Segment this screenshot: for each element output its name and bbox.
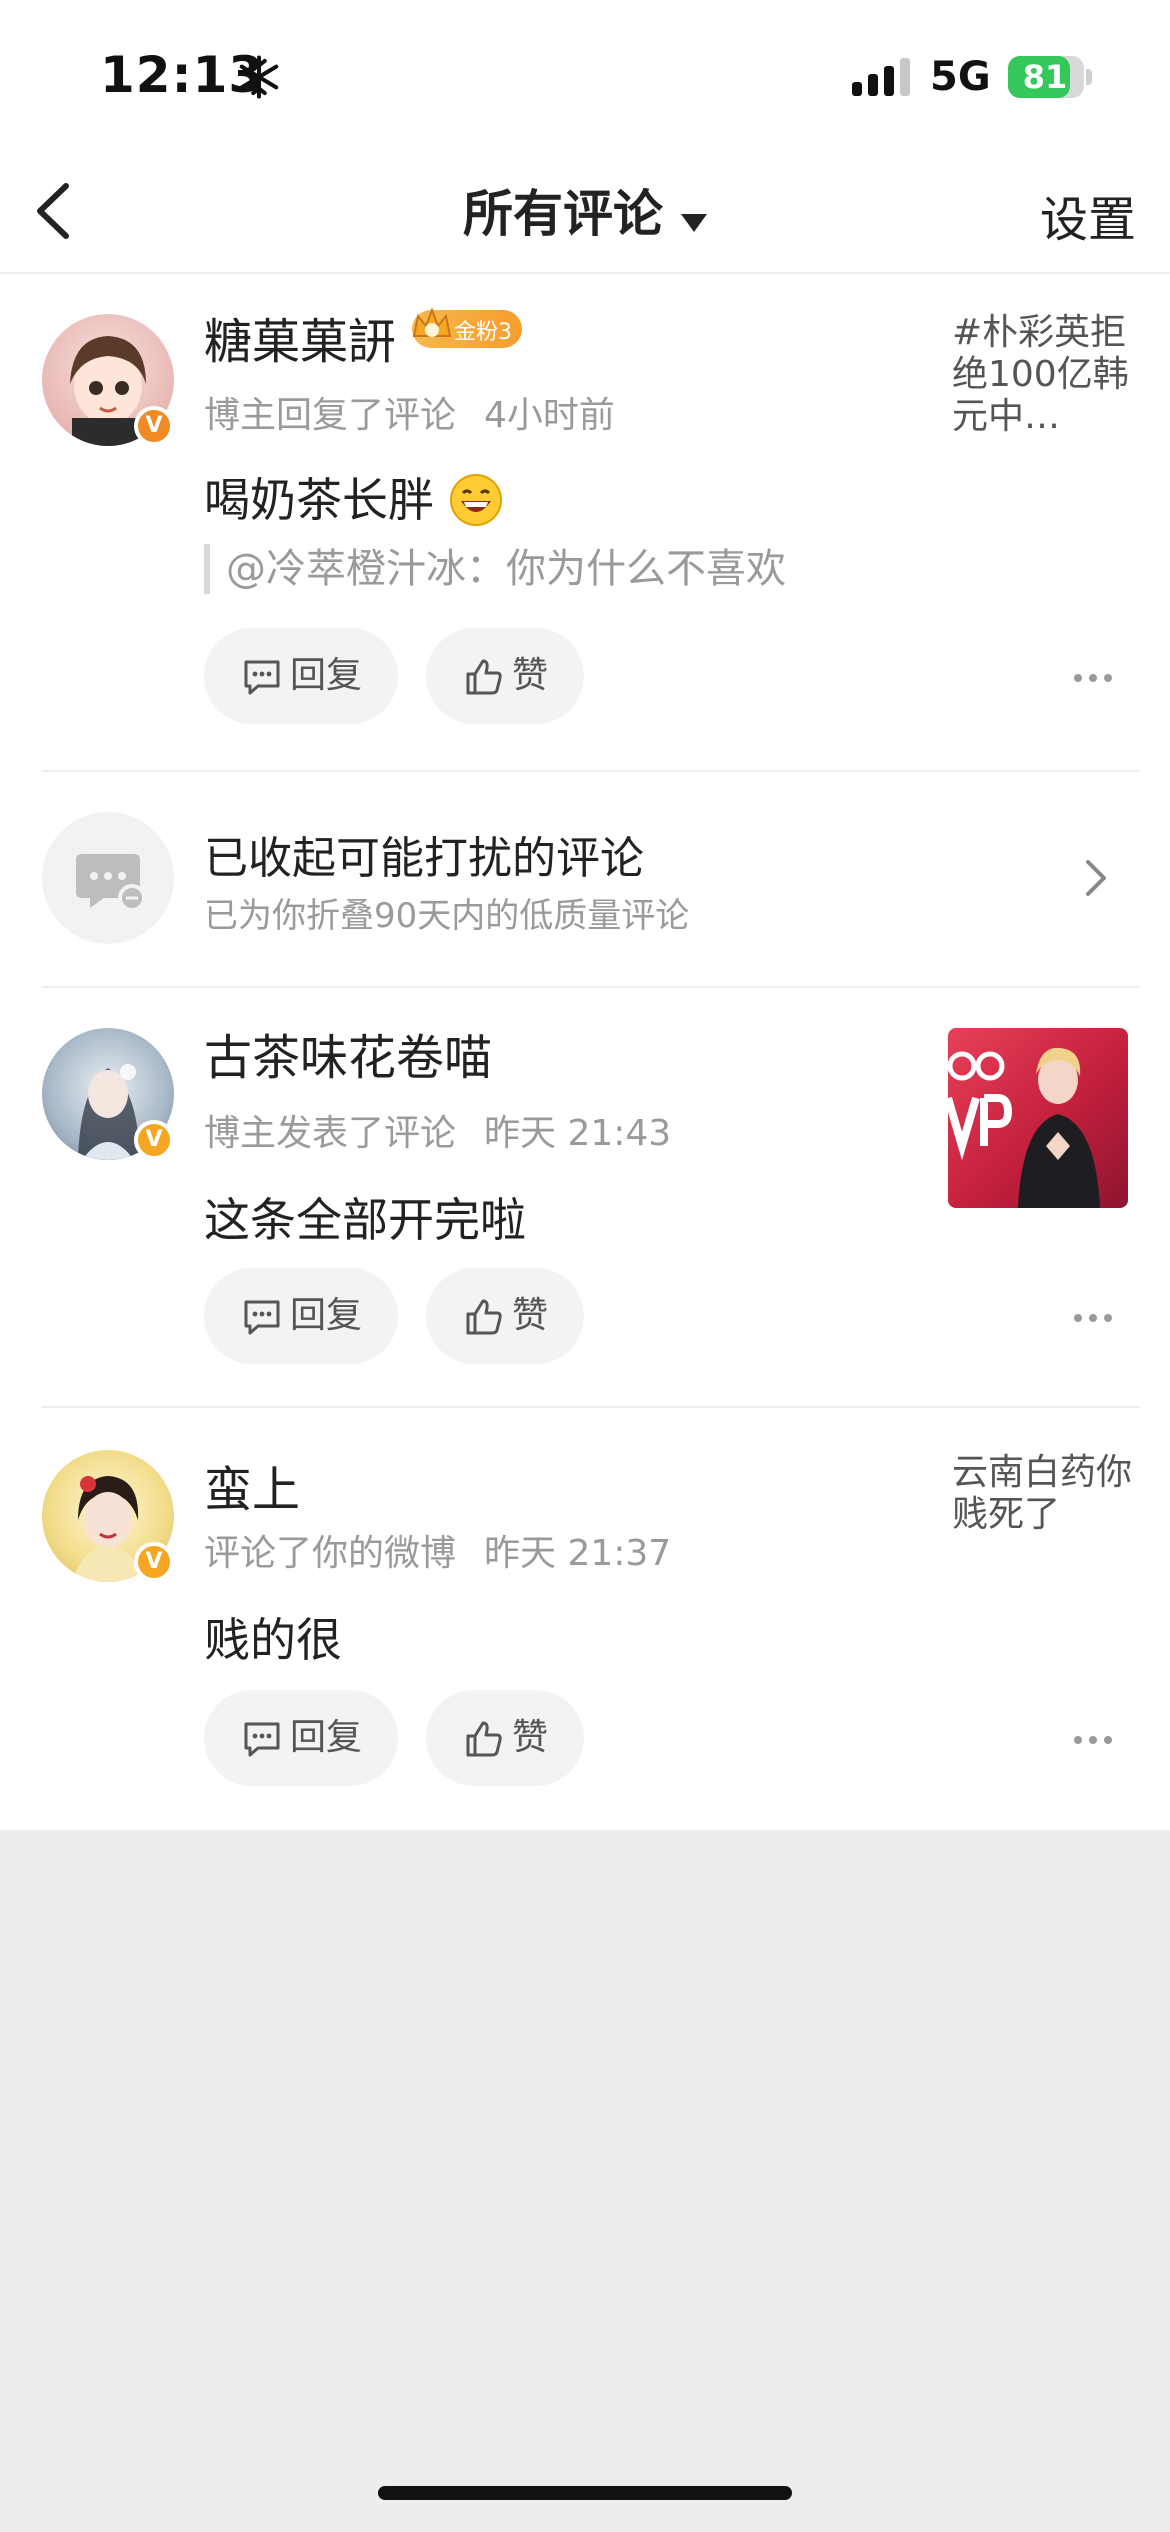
source-post-text[interactable]: 云南白药你贱死了: [952, 1452, 1132, 1536]
source-post-thumbnail[interactable]: [948, 1028, 1128, 1208]
divider: [42, 770, 1140, 772]
more-icon[interactable]: [1072, 668, 1114, 688]
reply-icon: [244, 1300, 280, 1335]
meta-time: 4小时前: [484, 395, 615, 436]
home-indicator: [378, 2486, 792, 2500]
like-button[interactable]: 赞: [426, 1690, 584, 1786]
reply-label: 回复: [290, 1295, 363, 1336]
battery-percent: 81: [1022, 58, 1068, 96]
folded-title: 已收起可能打扰的评论: [204, 833, 644, 884]
meta-action: 博主发表了评论: [204, 1113, 457, 1154]
caret-down-icon: [681, 213, 707, 232]
comments-page: 12:13 5G 81 所有评论 设置 V 糖菓菓訮 金粉3 博主回复了评论 4…: [0, 0, 1170, 2532]
comment-content: 这条全部开完啦: [204, 1193, 526, 1247]
fan-badge-label: 金粉3: [454, 320, 512, 345]
like-label: 赞: [512, 1295, 549, 1336]
like-button[interactable]: 赞: [426, 628, 584, 724]
settings-button[interactable]: 设置: [1040, 180, 1136, 250]
comment-content: 喝奶茶长胖: [204, 464, 503, 531]
comment-item: V 蛮上 评论了你的微博 昨天 21:37 云南白药你贱死了 贱的很 回复 赞: [0, 1408, 1170, 1830]
like-label: 赞: [512, 1717, 549, 1758]
more-icon[interactable]: [1072, 1308, 1114, 1328]
thumbs-up-icon: [466, 1721, 502, 1757]
verified-badge-icon: V: [134, 406, 174, 446]
source-post-text[interactable]: #朴彩英拒绝100亿韩元中…: [952, 312, 1132, 438]
crown-icon: [412, 307, 452, 337]
snowflake-icon: [239, 55, 279, 99]
reply-label: 回复: [290, 1717, 363, 1758]
battery-icon: 81: [1008, 56, 1084, 98]
battery-tip: [1086, 69, 1092, 85]
page-title: 所有评论: [463, 185, 663, 243]
folded-subtitle: 已为你折叠90天内的低质量评论: [204, 896, 690, 936]
folded-comments-entry[interactable]: 已收起可能打扰的评论 已为你折叠90天内的低质量评论: [0, 812, 1170, 944]
status-bar: 12:13 5G 81: [0, 0, 1170, 150]
comment-text: 喝奶茶长胖: [204, 473, 434, 527]
meta-time: 昨天 21:43: [484, 1113, 672, 1154]
chevron-right-icon: [1086, 860, 1106, 896]
reply-button[interactable]: 回复: [204, 628, 398, 724]
comment-meta: 博主发表了评论 昨天 21:43: [204, 1104, 671, 1156]
comment-content: 贱的很: [204, 1613, 342, 1667]
quoted-comment[interactable]: @冷萃橙汁冰：你为什么不喜欢: [204, 544, 786, 594]
like-label: 赞: [512, 655, 549, 696]
comment-filter-dropdown[interactable]: 所有评论: [0, 174, 1170, 246]
reply-label: 回复: [290, 655, 363, 696]
reply-icon: [244, 660, 280, 695]
folded-comments-icon: [42, 812, 174, 944]
signal-icon: [852, 58, 910, 96]
meta-action: 评论了你的微博: [204, 1533, 457, 1574]
thumbs-up-icon: [466, 1299, 502, 1335]
commenter-name[interactable]: 糖菓菓訮: [204, 302, 396, 372]
commenter-name[interactable]: 蛮上: [204, 1450, 300, 1520]
comment-meta: 博主回复了评论 4小时前: [204, 386, 615, 438]
comment-item: V 糖菓菓訮 金粉3 博主回复了评论 4小时前 #朴彩英拒绝100亿韩元中… 喝奶…: [0, 274, 1170, 770]
reply-button[interactable]: 回复: [204, 1690, 398, 1786]
fan-badge: 金粉3: [412, 307, 522, 348]
comment-meta: 评论了你的微博 昨天 21:37: [204, 1524, 671, 1576]
meta-action: 博主回复了评论: [204, 395, 457, 436]
comment-item: V 古茶味花卷喵 博主发表了评论 昨天 21:43 这条全部开完啦 回复 赞: [0, 988, 1170, 1408]
grin-emoji-icon: [449, 473, 502, 526]
reply-icon: [244, 1722, 280, 1757]
thumbs-up-icon: [466, 659, 502, 695]
commenter-name[interactable]: 古茶味花卷喵: [204, 1018, 492, 1088]
nav-bar: 所有评论 设置: [0, 150, 1170, 274]
reply-button[interactable]: 回复: [204, 1268, 398, 1364]
verified-badge-icon: V: [134, 1120, 174, 1160]
meta-time: 昨天 21:37: [484, 1533, 672, 1574]
like-button[interactable]: 赞: [426, 1268, 584, 1364]
verified-badge-icon: V: [134, 1542, 174, 1582]
more-icon[interactable]: [1072, 1730, 1114, 1750]
network-type: 5G: [930, 54, 991, 100]
